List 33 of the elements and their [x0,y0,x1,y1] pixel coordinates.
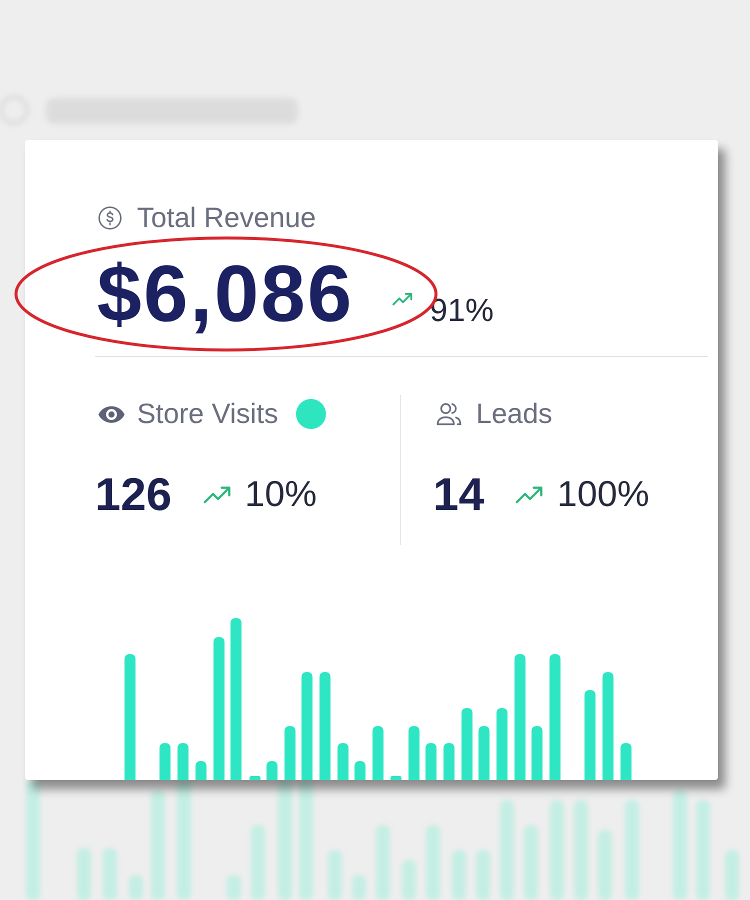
revenue-label: Total Revenue [137,202,316,234]
chart-bar [444,743,454,780]
chart-bar [284,726,296,780]
chart-bar [462,708,472,780]
chart-bar [160,743,170,780]
metric-value: 14 [433,469,484,519]
dollar-icon [98,206,122,230]
trend-up-icon [515,484,546,504]
eye-icon [97,404,126,424]
metric-value: 126 [95,469,172,519]
chart-bar [354,761,366,780]
chart-bar [620,743,632,780]
revenue-amount: $6,086 [97,254,354,334]
chart-bar [390,776,402,780]
trend-up-icon [202,484,233,504]
chart-bar [266,761,278,780]
chart-bar [338,743,348,780]
chart-bar [196,761,206,780]
revenue-change: 91% [430,292,494,329]
chart-bar [250,776,260,780]
chart-bar [372,726,384,780]
metric-label: Leads [476,398,552,430]
chart-bar [408,726,420,780]
metric-change: 10% [244,472,317,516]
metric-label: Store Visits [137,398,278,430]
people-icon [436,402,462,426]
chart-bar [178,743,188,780]
chart-bar [426,743,436,780]
metric-change: 100% [557,472,650,516]
trend-up-icon [392,291,414,306]
chart-bar [532,726,542,780]
chart-bar [496,708,508,780]
chart-bar [478,726,490,780]
